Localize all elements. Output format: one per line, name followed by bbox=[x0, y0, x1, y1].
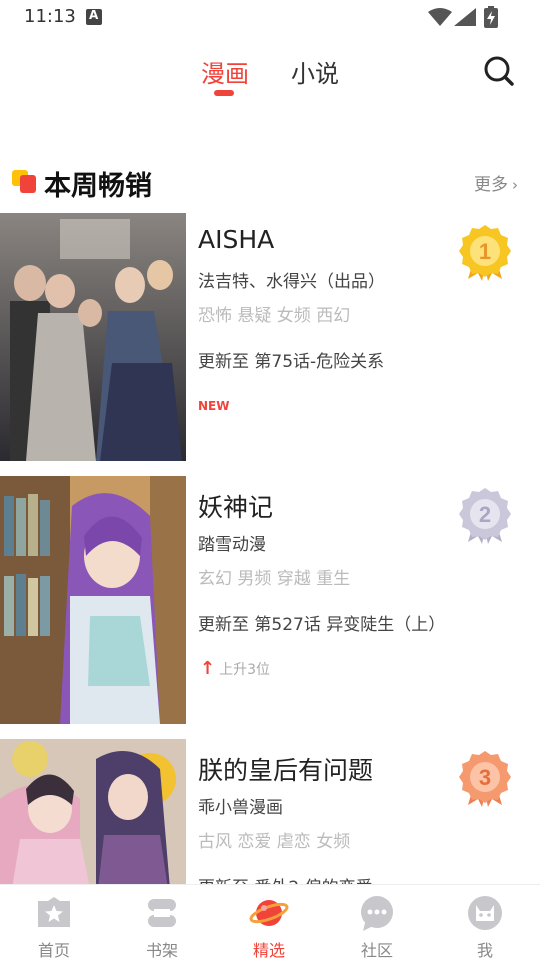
nav-label: 精选 bbox=[252, 941, 285, 960]
nav-label: 书架 bbox=[145, 941, 178, 960]
nav-community[interactable]: 社区 bbox=[337, 891, 417, 960]
planet-icon bbox=[249, 900, 289, 926]
book-cover-image[interactable] bbox=[0, 213, 186, 461]
book-author: 踏雪动漫 bbox=[198, 535, 266, 555]
nav-bookshelf[interactable]: 书架 bbox=[122, 891, 202, 960]
accessibility-notification-icon bbox=[86, 8, 102, 25]
svg-text:3: 3 bbox=[479, 765, 491, 790]
rank-2-medal-icon: 2 bbox=[459, 488, 511, 544]
signal-icon bbox=[454, 8, 476, 26]
book-row-2[interactable]: 妖神记 踏雪动漫 玄幻 男频 穿越 重生 更新至 第527话 异变陡生（上） ↑… bbox=[0, 476, 540, 724]
status-time: 11:13 bbox=[24, 6, 76, 27]
rank-1-medal-icon: 1 bbox=[459, 225, 511, 281]
tab-manga[interactable]: 漫画 bbox=[201, 54, 249, 89]
book-tags: 玄幻 男频 穿越 重生 bbox=[198, 569, 351, 589]
wifi-icon bbox=[428, 8, 452, 26]
nav-featured[interactable]: 精选 bbox=[229, 891, 309, 960]
svg-text:2: 2 bbox=[479, 502, 491, 527]
book-tags: 古风 恋爱 虐恋 女频 bbox=[198, 832, 351, 852]
section-icon bbox=[12, 170, 38, 194]
book-tags: 恐怖 悬疑 女频 西幻 bbox=[198, 306, 351, 326]
book-update: 更新至 第527话 异变陡生（上） bbox=[198, 615, 446, 635]
search-icon[interactable] bbox=[482, 54, 516, 88]
chat-bubble-icon bbox=[361, 896, 393, 931]
status-bar: 11:13 bbox=[0, 0, 540, 34]
content-type-tabs: 漫画 小说 bbox=[0, 46, 540, 106]
home-icon bbox=[38, 897, 70, 927]
nav-label: 首页 bbox=[37, 941, 70, 960]
book-update: 更新至 第75话-危险关系 bbox=[198, 352, 385, 372]
rank-3-medal-icon: 3 bbox=[459, 751, 511, 807]
section-title: 本周畅销 bbox=[44, 171, 152, 202]
nav-label: 社区 bbox=[360, 941, 393, 960]
book-author: 乖小兽漫画 bbox=[198, 798, 283, 818]
new-badge: NEW bbox=[198, 399, 230, 413]
profile-icon bbox=[468, 896, 502, 930]
battery-charging-icon bbox=[484, 6, 498, 28]
tab-novel[interactable]: 小说 bbox=[291, 54, 339, 89]
bookshelf-icon bbox=[148, 899, 176, 927]
nav-label: 我 bbox=[476, 941, 493, 960]
book-author: 法吉特、水得兴（出品） bbox=[198, 272, 385, 292]
active-tab-indicator bbox=[214, 90, 234, 96]
arrow-up-icon: ↑ bbox=[200, 658, 216, 679]
nav-profile[interactable]: 我 bbox=[445, 891, 525, 960]
rank-trend: ↑ 上升3位 bbox=[200, 658, 271, 679]
weekly-bestseller-header: 本周畅销 更多 › bbox=[0, 162, 540, 204]
chevron-right-icon: › bbox=[512, 176, 518, 194]
more-link[interactable]: 更多 › bbox=[474, 170, 518, 195]
book-cover-image[interactable] bbox=[0, 476, 186, 724]
book-title: 妖神记 bbox=[198, 493, 274, 522]
book-row-1[interactable]: AISHA 法吉特、水得兴（出品） 恐怖 悬疑 女频 西幻 更新至 第75话-危… bbox=[0, 213, 540, 461]
bottom-navigation: 首页 书架 精选 社区 我 bbox=[0, 884, 540, 960]
book-title: 朕的皇后有问题 bbox=[198, 756, 374, 785]
nav-home[interactable]: 首页 bbox=[14, 891, 94, 960]
svg-text:1: 1 bbox=[479, 239, 491, 264]
book-title: AISHA bbox=[198, 225, 275, 254]
